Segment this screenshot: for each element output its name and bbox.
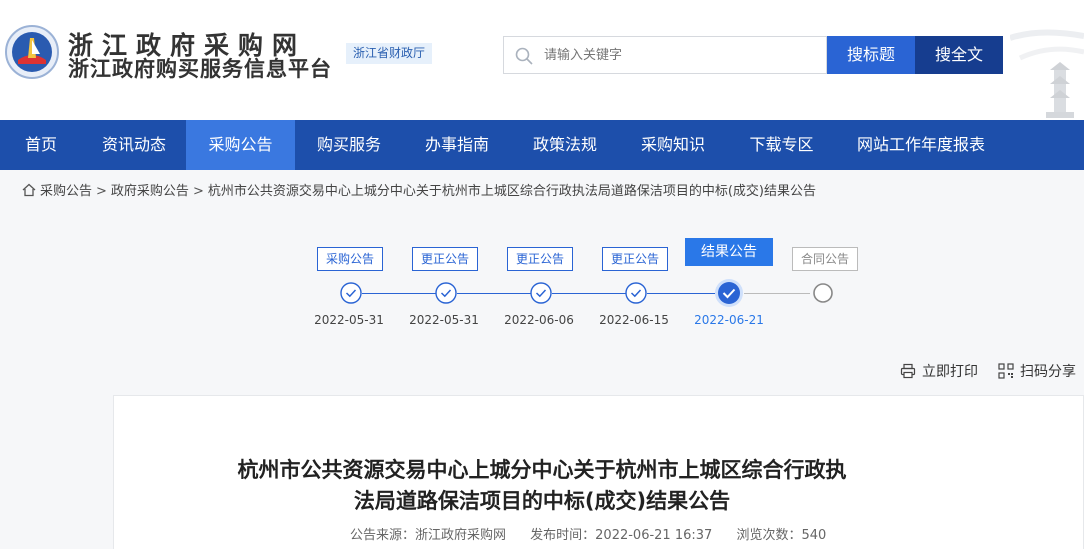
timeline-step-date: 2022-06-06 (504, 313, 574, 327)
article-source: 公告来源：浙江政府采购网 (350, 528, 507, 543)
timeline-connector (362, 293, 436, 294)
timeline-step-label[interactable]: 更正公告 (602, 247, 668, 271)
breadcrumb-item-procurement[interactable]: 采购公告 (40, 184, 92, 199)
timeline-step-label[interactable]: 采购公告 (317, 247, 383, 271)
search-title-button[interactable]: 搜标题 (827, 36, 915, 74)
timeline-step-label-current[interactable]: 结果公告 (685, 238, 773, 266)
breadcrumb-separator: > (192, 184, 204, 199)
timeline-step-date: 2022-05-31 (314, 313, 384, 327)
print-button[interactable]: 立即打印 (900, 362, 978, 382)
nav-item-news[interactable]: 资讯动态 (82, 120, 186, 170)
main-nav: 首页 资讯动态 采购公告 购买服务 办事指南 政策法规 采购知识 下载专区 网站… (0, 120, 1084, 170)
print-label: 立即打印 (922, 364, 978, 380)
article-publish-time: 发布时间：2022-06-21 16:37 (530, 528, 713, 543)
share-label: 扫码分享 (1020, 364, 1076, 380)
timeline-step-date: 2022-06-15 (599, 313, 669, 327)
breadcrumb-item-current: 杭州市公共资源交易中心上城分中心关于杭州市上城区综合行政执法局道路保洁项目的中标… (207, 184, 816, 199)
breadcrumb-separator: > (96, 184, 107, 199)
article-views: 浏览次数：540 (736, 528, 827, 543)
check-circle-icon (530, 282, 552, 304)
printer-icon (900, 363, 916, 379)
article-title: 杭州市公共资源交易中心上城分中心关于杭州市上城区综合行政执 法局道路保洁项目的中… (0, 455, 1084, 517)
nav-item-procurement-notice[interactable]: 采购公告 (186, 120, 295, 170)
timeline-connector (647, 293, 715, 294)
timeline-step-date-current: 2022-06-21 (694, 313, 764, 327)
breadcrumb: 采购公告 > 政府采购公告 > 杭州市公共资源交易中心上城分中心关于杭州市上城区综合行政… (22, 182, 816, 202)
qr-code-icon (998, 363, 1014, 379)
home-icon[interactable] (22, 183, 36, 197)
nav-item-download[interactable]: 下载专区 (727, 120, 836, 170)
site-logo[interactable] (4, 24, 60, 80)
article-title-line: 杭州市公共资源交易中心上城分中心关于杭州市上城区综合行政执 (237, 458, 847, 482)
nav-item-annual-report[interactable]: 网站工作年度报表 (836, 120, 1006, 170)
timeline-connector (457, 293, 531, 294)
breadcrumb-item-gov-procurement[interactable]: 政府采购公告 (111, 184, 189, 199)
search-icon (515, 47, 533, 65)
check-circle-icon (340, 282, 362, 304)
timeline-step-date: 2022-05-31 (409, 313, 479, 327)
nav-item-guide[interactable]: 办事指南 (403, 120, 511, 170)
timeline-step-label-pending: 合同公告 (792, 247, 858, 271)
nav-item-purchase-service[interactable]: 购买服务 (295, 120, 403, 170)
nav-item-policy[interactable]: 政策法规 (511, 120, 619, 170)
nav-item-home[interactable]: 首页 (0, 120, 82, 170)
pagoda-decoration-icon (1010, 29, 1084, 118)
nav-item-knowledge[interactable]: 采购知识 (619, 120, 727, 170)
site-subtitle: 浙江政府购买服务信息平台 (68, 57, 332, 81)
check-circle-icon (435, 282, 457, 304)
timeline-connector (744, 293, 810, 294)
site-header: 浙江政府采购网 浙江政府购买服务信息平台 浙江省财政厅 搜标题 搜全文 (0, 0, 1084, 120)
article-title-line: 法局道路保洁项目的中标(成交)结果公告 (353, 489, 731, 513)
search-input[interactable] (544, 37, 822, 73)
current-step-check-icon (715, 279, 743, 307)
timeline-connector (552, 293, 626, 294)
timeline-step-label[interactable]: 更正公告 (412, 247, 478, 271)
dept-badge[interactable]: 浙江省财政厅 (346, 43, 433, 64)
article-meta: 公告来源：浙江政府采购网 发布时间：2022-06-21 16:37 浏览次数：… (350, 524, 846, 543)
check-circle-icon (625, 282, 647, 304)
timeline-step-label[interactable]: 更正公告 (507, 247, 573, 271)
search-full-button[interactable]: 搜全文 (915, 36, 1003, 74)
search-box (503, 36, 827, 74)
pending-circle-icon (813, 283, 833, 303)
share-button[interactable]: 扫码分享 (998, 362, 1076, 382)
